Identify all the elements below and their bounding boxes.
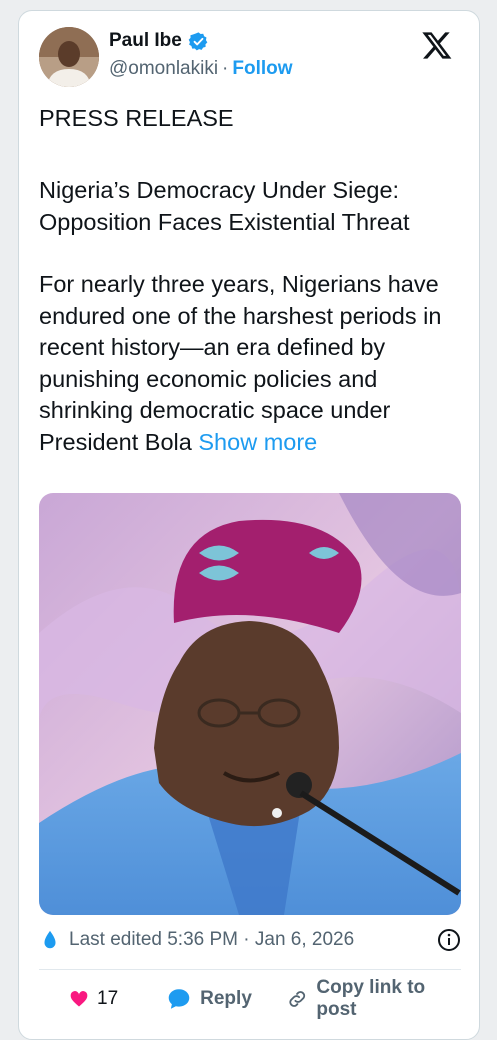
post-paragraph-3: For nearly three years, Nigerians have e… [39,269,464,458]
action-bar: 17 Reply Copy link to post [39,977,461,1021]
x-logo-icon[interactable] [421,29,453,61]
copy-link-button[interactable]: Copy link to post [286,977,461,1021]
avatar[interactable] [39,27,99,87]
copy-link-label: Copy link to post [316,977,426,1020]
separator-dot: · [222,58,229,79]
edit-info-row: Last edited 5:36 PM · Jan 6, 2026 [39,925,461,955]
author-name[interactable]: Paul Ibe [109,30,182,52]
post-card: Paul Ibe @omonlakiki · Follow PRESS RELE… [18,10,480,1040]
like-button[interactable]: 17 [69,988,118,1010]
author-handle-row: @omonlakiki · Follow [109,58,293,80]
link-icon [289,991,305,1007]
post-paragraph-3-text: For nearly three years, Nigerians have e… [39,271,442,455]
divider [39,969,461,970]
post-image[interactable] [39,493,461,915]
reply-button[interactable]: Reply [166,986,252,1012]
author-name-row[interactable]: Paul Ibe [109,30,209,52]
author-handle[interactable]: @omonlakiki [109,58,218,80]
verified-badge-icon [188,31,208,50]
show-more-link[interactable]: Show more [198,429,317,455]
follow-button[interactable]: Follow [232,58,292,80]
post-paragraph-1: PRESS RELEASE [39,105,234,131]
edit-icon [44,930,56,949]
post-paragraph-2: Nigeria’s Democracy Under Siege: Opposit… [39,177,410,235]
reply-bubble-icon [168,989,190,1009]
info-icon[interactable] [437,928,461,952]
reply-label: Reply [200,988,252,1009]
edited-timestamp[interactable]: Last edited 5:36 PM · Jan 6, 2026 [69,929,354,951]
like-count: 17 [97,988,119,1009]
heart-icon [70,991,88,1007]
